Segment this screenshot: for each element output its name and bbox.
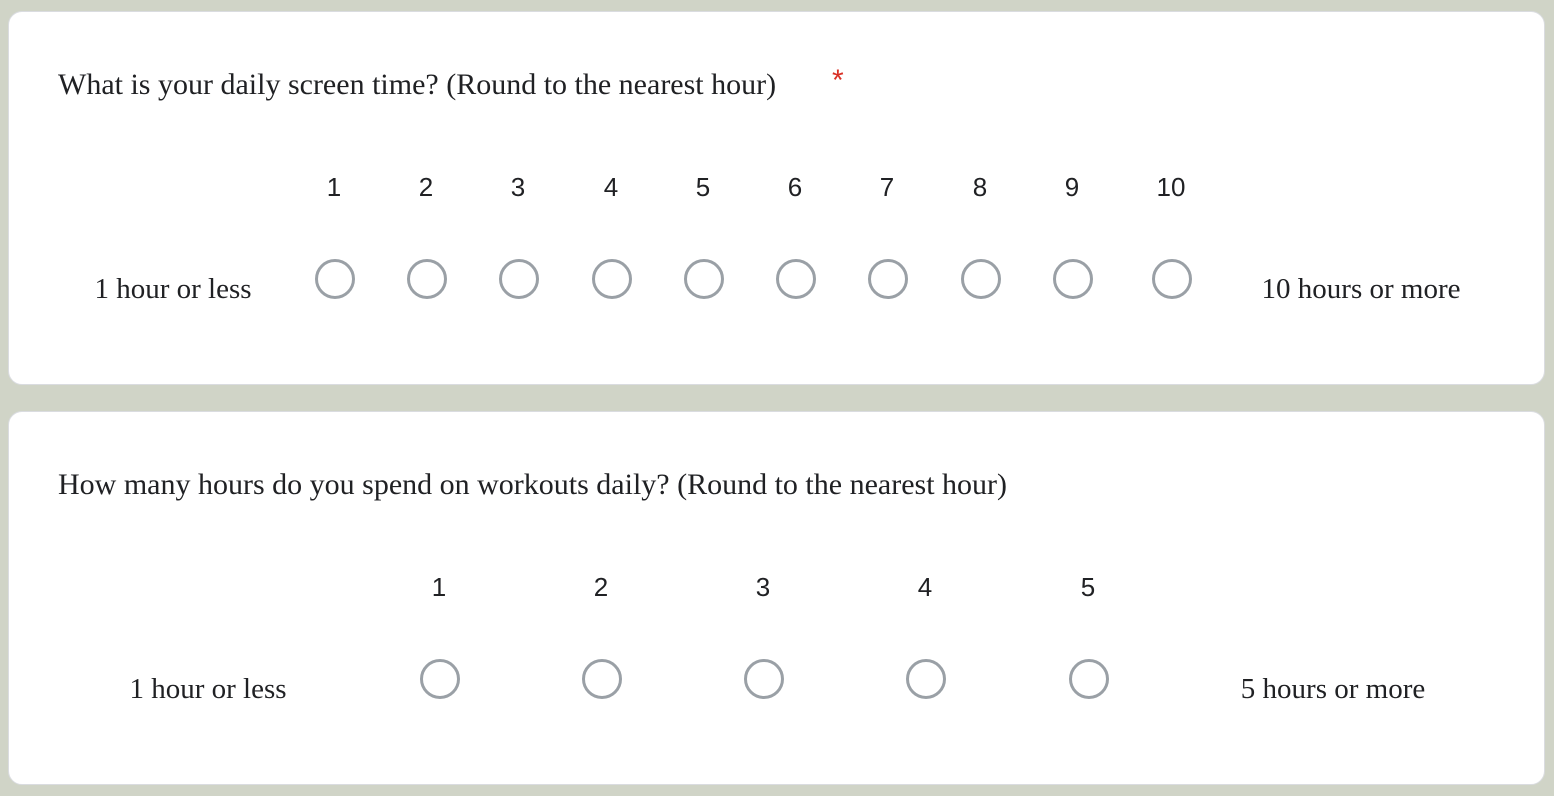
radio-option-3[interactable] <box>744 659 784 699</box>
radio-option-3[interactable] <box>499 259 539 299</box>
scale-number-9: 9 <box>1064 172 1080 202</box>
question-card-workouts: How many hours do you spend on workouts … <box>8 411 1545 785</box>
scale-number-8: 8 <box>972 172 988 202</box>
question-card-screen-time: What is your daily screen time? (Round t… <box>8 11 1545 385</box>
scale-number-1: 1 <box>431 572 447 602</box>
radio-option-10[interactable] <box>1152 259 1192 299</box>
scale-high-label: 5 hours or more <box>1240 673 1426 705</box>
radio-option-2[interactable] <box>582 659 622 699</box>
scale-number-10: 10 <box>1156 172 1186 202</box>
radio-option-4[interactable] <box>906 659 946 699</box>
scale-number-4: 4 <box>603 172 619 202</box>
scale-high-label: 10 hours or more <box>1261 273 1461 305</box>
question-title: How many hours do you spend on workouts … <box>58 468 1008 501</box>
radio-option-9[interactable] <box>1053 259 1093 299</box>
scale-number-3: 3 <box>510 172 526 202</box>
scale-number-5: 5 <box>1080 572 1096 602</box>
question-title: What is your daily screen time? (Round t… <box>58 68 777 101</box>
scale-number-4: 4 <box>917 572 933 602</box>
scale-number-2: 2 <box>418 172 434 202</box>
radio-option-5[interactable] <box>684 259 724 299</box>
radio-option-1[interactable] <box>315 259 355 299</box>
scale-number-7: 7 <box>879 172 895 202</box>
scale-low-label: 1 hour or less <box>94 273 252 305</box>
radio-option-7[interactable] <box>868 259 908 299</box>
radio-option-8[interactable] <box>961 259 1001 299</box>
radio-option-1[interactable] <box>420 659 460 699</box>
scale-number-6: 6 <box>787 172 803 202</box>
scale-number-2: 2 <box>593 572 609 602</box>
required-marker: * <box>832 64 844 97</box>
radio-option-5[interactable] <box>1069 659 1109 699</box>
scale-low-label: 1 hour or less <box>129 673 287 705</box>
scale-number-3: 3 <box>755 572 771 602</box>
scale-number-5: 5 <box>695 172 711 202</box>
radio-option-4[interactable] <box>592 259 632 299</box>
radio-option-6[interactable] <box>776 259 816 299</box>
scale-number-1: 1 <box>326 172 342 202</box>
radio-option-2[interactable] <box>407 259 447 299</box>
